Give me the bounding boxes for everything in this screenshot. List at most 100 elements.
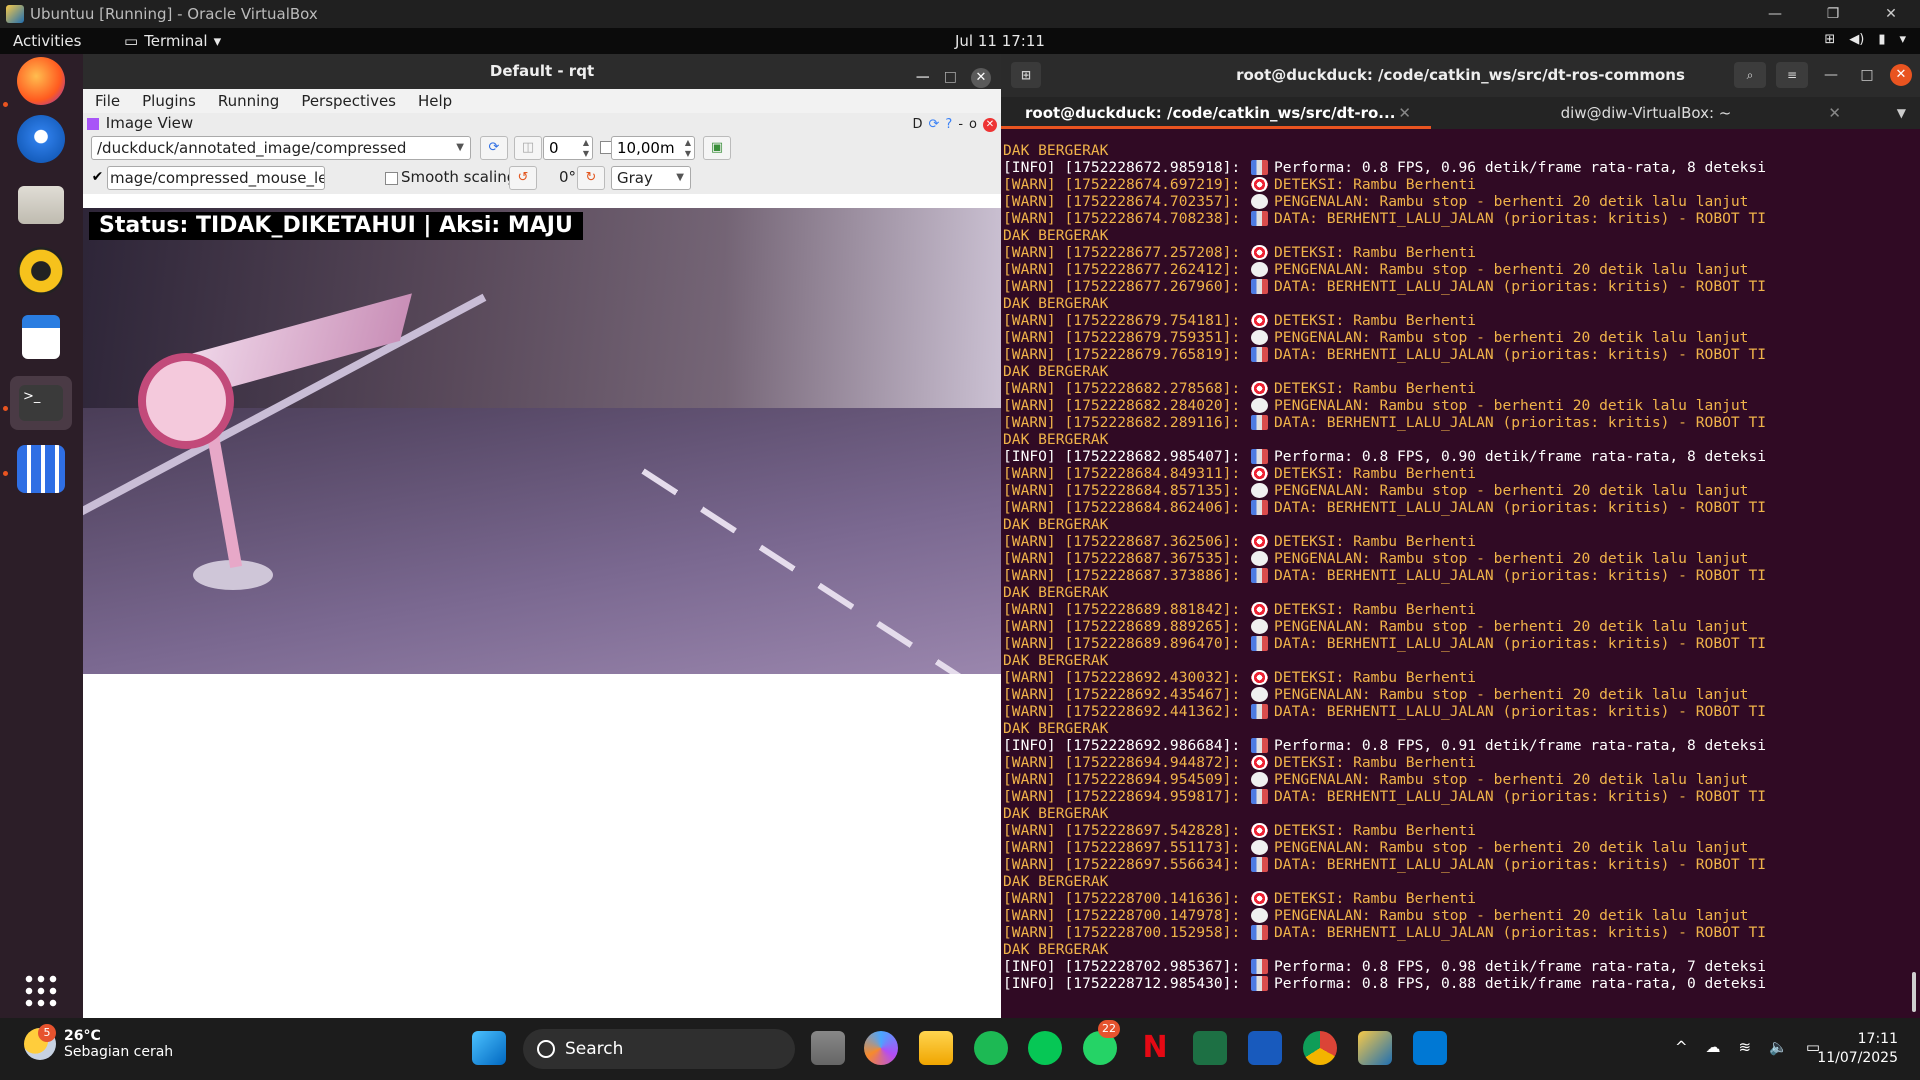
log-prefix: [WARN] [1752228694.954509]: bbox=[1003, 771, 1250, 788]
taskbar-clock[interactable]: 17:11 11/07/2025 bbox=[1817, 1030, 1898, 1068]
log-message: Performa: 0.8 FPS, 0.88 detik/frame rata… bbox=[1274, 975, 1767, 992]
terminal-window-title: root@duckduck: /code/catkin_ws/src/dt-ro… bbox=[1236, 66, 1685, 84]
minimize-button[interactable]: — bbox=[1746, 0, 1804, 28]
publish-click-checkbox[interactable]: ✔ bbox=[91, 170, 104, 185]
hide-button[interactable]: - bbox=[958, 115, 963, 135]
top-bar-clock[interactable]: Jul 11 17:11 bbox=[955, 32, 1045, 50]
terminal-line: [WARN] [1752228689.881842]: DETEKSI: Ram… bbox=[1003, 601, 1920, 618]
topic-select[interactable]: /duckduck/annotated_image/compressed ▼ bbox=[91, 136, 471, 160]
search-icon[interactable]: ⌕ bbox=[1734, 62, 1766, 88]
task-view-icon[interactable] bbox=[811, 1031, 845, 1065]
app-menu[interactable]: ▭ Terminal ▾ bbox=[124, 32, 221, 50]
log-message: DATA: BERHENTI_LALU_JALAN (prioritas: kr… bbox=[1274, 924, 1767, 941]
reload-icon[interactable]: ⟳ bbox=[929, 115, 940, 135]
copilot-icon[interactable] bbox=[864, 1031, 898, 1065]
volume-icon: 🔈 bbox=[1769, 1038, 1788, 1056]
bubble-icon bbox=[1251, 840, 1269, 855]
dock-writer[interactable] bbox=[10, 310, 72, 364]
terminal-maximize-button[interactable]: □ bbox=[1854, 62, 1880, 88]
menu-help[interactable]: Help bbox=[418, 89, 452, 113]
chart-icon bbox=[1251, 160, 1269, 175]
terminal-line: [WARN] [1752228674.697219]: DETEKSI: Ram… bbox=[1003, 176, 1920, 193]
spotify-icon[interactable] bbox=[974, 1031, 1008, 1065]
camera-image[interactable]: Status: TIDAK_DIKETAHUI | Aksi: MAJU bbox=[83, 208, 1001, 674]
bubble-icon bbox=[1251, 908, 1269, 923]
dock-virtualbox-apps[interactable] bbox=[10, 442, 72, 496]
terminal-minimize-button[interactable]: — bbox=[1818, 62, 1844, 88]
new-tab-icon[interactable]: ⊞ bbox=[1011, 62, 1041, 88]
terminal-line: [WARN] [1752228679.754181]: DETEKSI: Ram… bbox=[1003, 312, 1920, 329]
tabs-dropdown-icon[interactable]: ▼ bbox=[1897, 97, 1906, 129]
file-explorer-icon[interactable] bbox=[919, 1031, 953, 1065]
refresh-topics-button[interactable]: ⟳ bbox=[480, 136, 508, 160]
terminal-output[interactable]: DAK BERGERAK [INFO] [1752228672.985918]: … bbox=[1001, 142, 1920, 1018]
log-message: DETEKSI: Rambu Berhenti bbox=[1274, 601, 1477, 618]
menu-plugins[interactable]: Plugins bbox=[142, 89, 196, 113]
float-button[interactable]: o bbox=[969, 115, 977, 135]
terminal-line: [WARN] [1752228682.278568]: DETEKSI: Ram… bbox=[1003, 380, 1920, 397]
mouse-topic-input[interactable]: mage/compressed_mouse_left bbox=[107, 166, 325, 190]
dock-rhythmbox[interactable] bbox=[10, 244, 72, 298]
taskbar-date: 11/07/2025 bbox=[1817, 1050, 1898, 1066]
taskbar-search[interactable]: Search bbox=[523, 1029, 795, 1069]
close-plugin-button[interactable]: ✕ bbox=[983, 118, 997, 132]
dock-thunderbird[interactable] bbox=[10, 112, 72, 166]
log-message: Performa: 0.8 FPS, 0.90 detik/frame rata… bbox=[1274, 448, 1767, 465]
chart-icon bbox=[1251, 415, 1269, 430]
log-prefix: [WARN] [1752228674.708238]: bbox=[1003, 210, 1250, 227]
word-icon[interactable] bbox=[1248, 1031, 1282, 1065]
color-scheme-select[interactable]: Gray ▼ bbox=[611, 166, 691, 190]
menu-icon[interactable]: ≡ bbox=[1776, 62, 1808, 88]
notification-tray[interactable]: ^ ☁ ≋ 🔈 ▭ bbox=[1675, 1038, 1820, 1056]
max-range-value: 10,00m bbox=[617, 139, 675, 157]
dock-firefox[interactable] bbox=[10, 54, 72, 108]
close-button[interactable]: ✕ bbox=[1862, 0, 1920, 28]
windows-start-icon[interactable] bbox=[472, 1031, 506, 1065]
close-tab-icon[interactable]: ✕ bbox=[1398, 97, 1411, 129]
tab-duckduck[interactable]: root@duckduck: /code/catkin_ws/src/dt-ro… bbox=[1001, 97, 1431, 129]
activities-button[interactable]: Activities bbox=[13, 32, 81, 50]
dock-files[interactable] bbox=[10, 178, 72, 232]
dock-toggle-button[interactable]: D bbox=[913, 115, 923, 135]
help-icon[interactable]: ? bbox=[945, 115, 952, 135]
log-message: PENGENALAN: Rambu stop - berhenti 20 det… bbox=[1274, 771, 1749, 788]
show-applications-button[interactable] bbox=[10, 964, 72, 1018]
netflix-icon[interactable]: N bbox=[1138, 1031, 1172, 1065]
restore-button[interactable]: ❐ bbox=[1804, 0, 1862, 28]
tab-diw[interactable]: diw@diw-VirtualBox: ~ ✕ bbox=[1431, 97, 1861, 129]
min-range-spinbox[interactable]: 0 ▲ ▼ bbox=[543, 136, 593, 160]
terminal-line: [INFO] [1752228712.985430]: Performa: 0.… bbox=[1003, 975, 1920, 992]
chrome-icon[interactable] bbox=[1303, 1031, 1337, 1065]
log-message: PENGENALAN: Rambu stop - berhenti 20 det… bbox=[1274, 261, 1749, 278]
menu-perspectives[interactable]: Perspectives bbox=[301, 89, 396, 113]
dock-terminal[interactable]: >_ bbox=[10, 376, 72, 430]
rqt-close-button[interactable]: ✕ bbox=[971, 67, 991, 88]
virtualbox-icon[interactable] bbox=[1358, 1031, 1392, 1065]
rotate-right-button[interactable]: ↻ bbox=[577, 166, 605, 190]
close-tab-icon[interactable]: ✕ bbox=[1828, 97, 1841, 129]
terminal-close-button[interactable]: ✕ bbox=[1890, 64, 1912, 86]
log-message: DATA: BERHENTI_LALU_JALAN (prioritas: kr… bbox=[1274, 499, 1767, 516]
log-message: DATA: BERHENTI_LALU_JALAN (prioritas: kr… bbox=[1274, 346, 1767, 363]
smooth-scaling-checkbox[interactable] bbox=[385, 172, 398, 185]
save-image-button[interactable]: ▣ bbox=[703, 136, 731, 160]
zoom-button[interactable]: ◫ bbox=[514, 136, 542, 160]
terminal-line: [WARN] [1752228692.441362]: DATA: BERHEN… bbox=[1003, 703, 1920, 720]
rotate-left-button[interactable]: ↺ bbox=[509, 166, 537, 190]
tab-label: root@duckduck: /code/catkin_ws/src/dt-ro… bbox=[1025, 104, 1396, 122]
rqt-minimize-button[interactable]: — bbox=[916, 60, 930, 95]
terminal-line: DAK BERGERAK bbox=[1003, 720, 1920, 737]
menu-file[interactable]: File bbox=[95, 89, 120, 113]
line-icon[interactable] bbox=[1028, 1031, 1062, 1065]
excel-icon[interactable] bbox=[1193, 1031, 1227, 1065]
terminal-line: [WARN] [1752228687.367535]: PENGENALAN: … bbox=[1003, 550, 1920, 567]
vscode-icon[interactable] bbox=[1413, 1031, 1447, 1065]
system-tray[interactable]: ⊞ ◀) ▮ ▾ bbox=[1824, 32, 1906, 47]
log-prefix: [WARN] [1752228687.367535]: bbox=[1003, 550, 1250, 567]
menu-running[interactable]: Running bbox=[218, 89, 279, 113]
max-range-spinbox[interactable]: 10,00m ▲ ▼ bbox=[611, 136, 695, 160]
log-message: PENGENALAN: Rambu stop - berhenti 20 det… bbox=[1274, 618, 1749, 635]
rqt-maximize-button[interactable]: □ bbox=[944, 60, 957, 95]
weather-widget[interactable]: 5 26°C Sebagian cerah bbox=[24, 1024, 173, 1060]
terminal-scrollbar[interactable] bbox=[1912, 972, 1916, 1012]
